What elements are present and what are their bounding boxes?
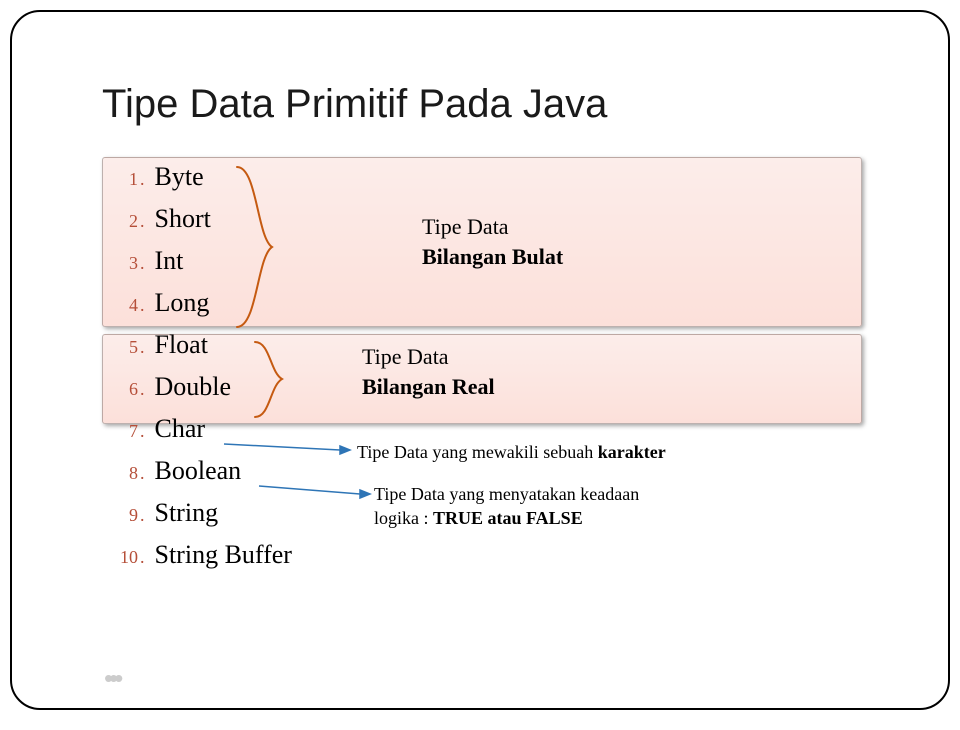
annot-line2: Bilangan Real [362,372,495,402]
list-number: 5 [110,337,138,358]
decorative-dots: ••• [104,663,119,694]
annotation-char: Tipe Data yang mewakili sebuah karakter [357,440,666,464]
dot-separator: . [140,505,145,526]
list-number: 3 [110,253,138,274]
annotation-boolean: Tipe Data yang menyatakan keadaan logika… [374,482,714,531]
note-line2-prefix: logika : [374,508,433,528]
list-number: 9 [110,505,138,526]
list-number: 6 [110,379,138,400]
note-bold: karakter [598,442,666,462]
list-item: 10. String Buffer [110,540,292,582]
list-label: Double [155,372,232,402]
annot-line1: Tipe Data [422,212,563,242]
list-number: 1 [110,169,138,190]
list-item: 9. String [110,498,292,540]
dot-separator: . [140,379,145,400]
annot-line2: Bilangan Bulat [422,242,563,272]
slide-title: Tipe Data Primitif Pada Java [102,82,607,127]
dot-separator: . [140,421,145,442]
annot-line1: Tipe Data [362,342,495,372]
arrow-icon [222,432,352,462]
brace-icon [232,162,292,332]
dot-separator: . [140,463,145,484]
list-label: Int [155,246,184,276]
note-line1: Tipe Data yang menyatakan keadaan [374,482,714,506]
note-line2-bold: TRUE atau FALSE [433,508,583,528]
list-number: 8 [110,463,138,484]
dot-separator: . [140,211,145,232]
list-label: Long [155,288,210,318]
list-number: 10 [110,547,138,568]
list-label: Char [155,414,206,444]
list-label: Byte [155,162,204,192]
dot-separator: . [140,295,145,316]
brace-icon [250,337,300,422]
dot-separator: . [140,169,145,190]
list-label: Float [155,330,208,360]
annotation-real: Tipe Data Bilangan Real [362,342,495,401]
note-text: Tipe Data yang mewakili sebuah [357,442,598,462]
list-number: 2 [110,211,138,232]
list-label: Short [155,204,211,234]
arrow-icon [257,474,372,504]
dot-separator: . [140,337,145,358]
list-label: String [155,498,219,528]
list-number: 4 [110,295,138,316]
list-label: String Buffer [155,540,292,570]
list-number: 7 [110,421,138,442]
annotation-integer: Tipe Data Bilangan Bulat [422,212,563,271]
dot-separator: . [140,547,145,568]
dot-separator: . [140,253,145,274]
